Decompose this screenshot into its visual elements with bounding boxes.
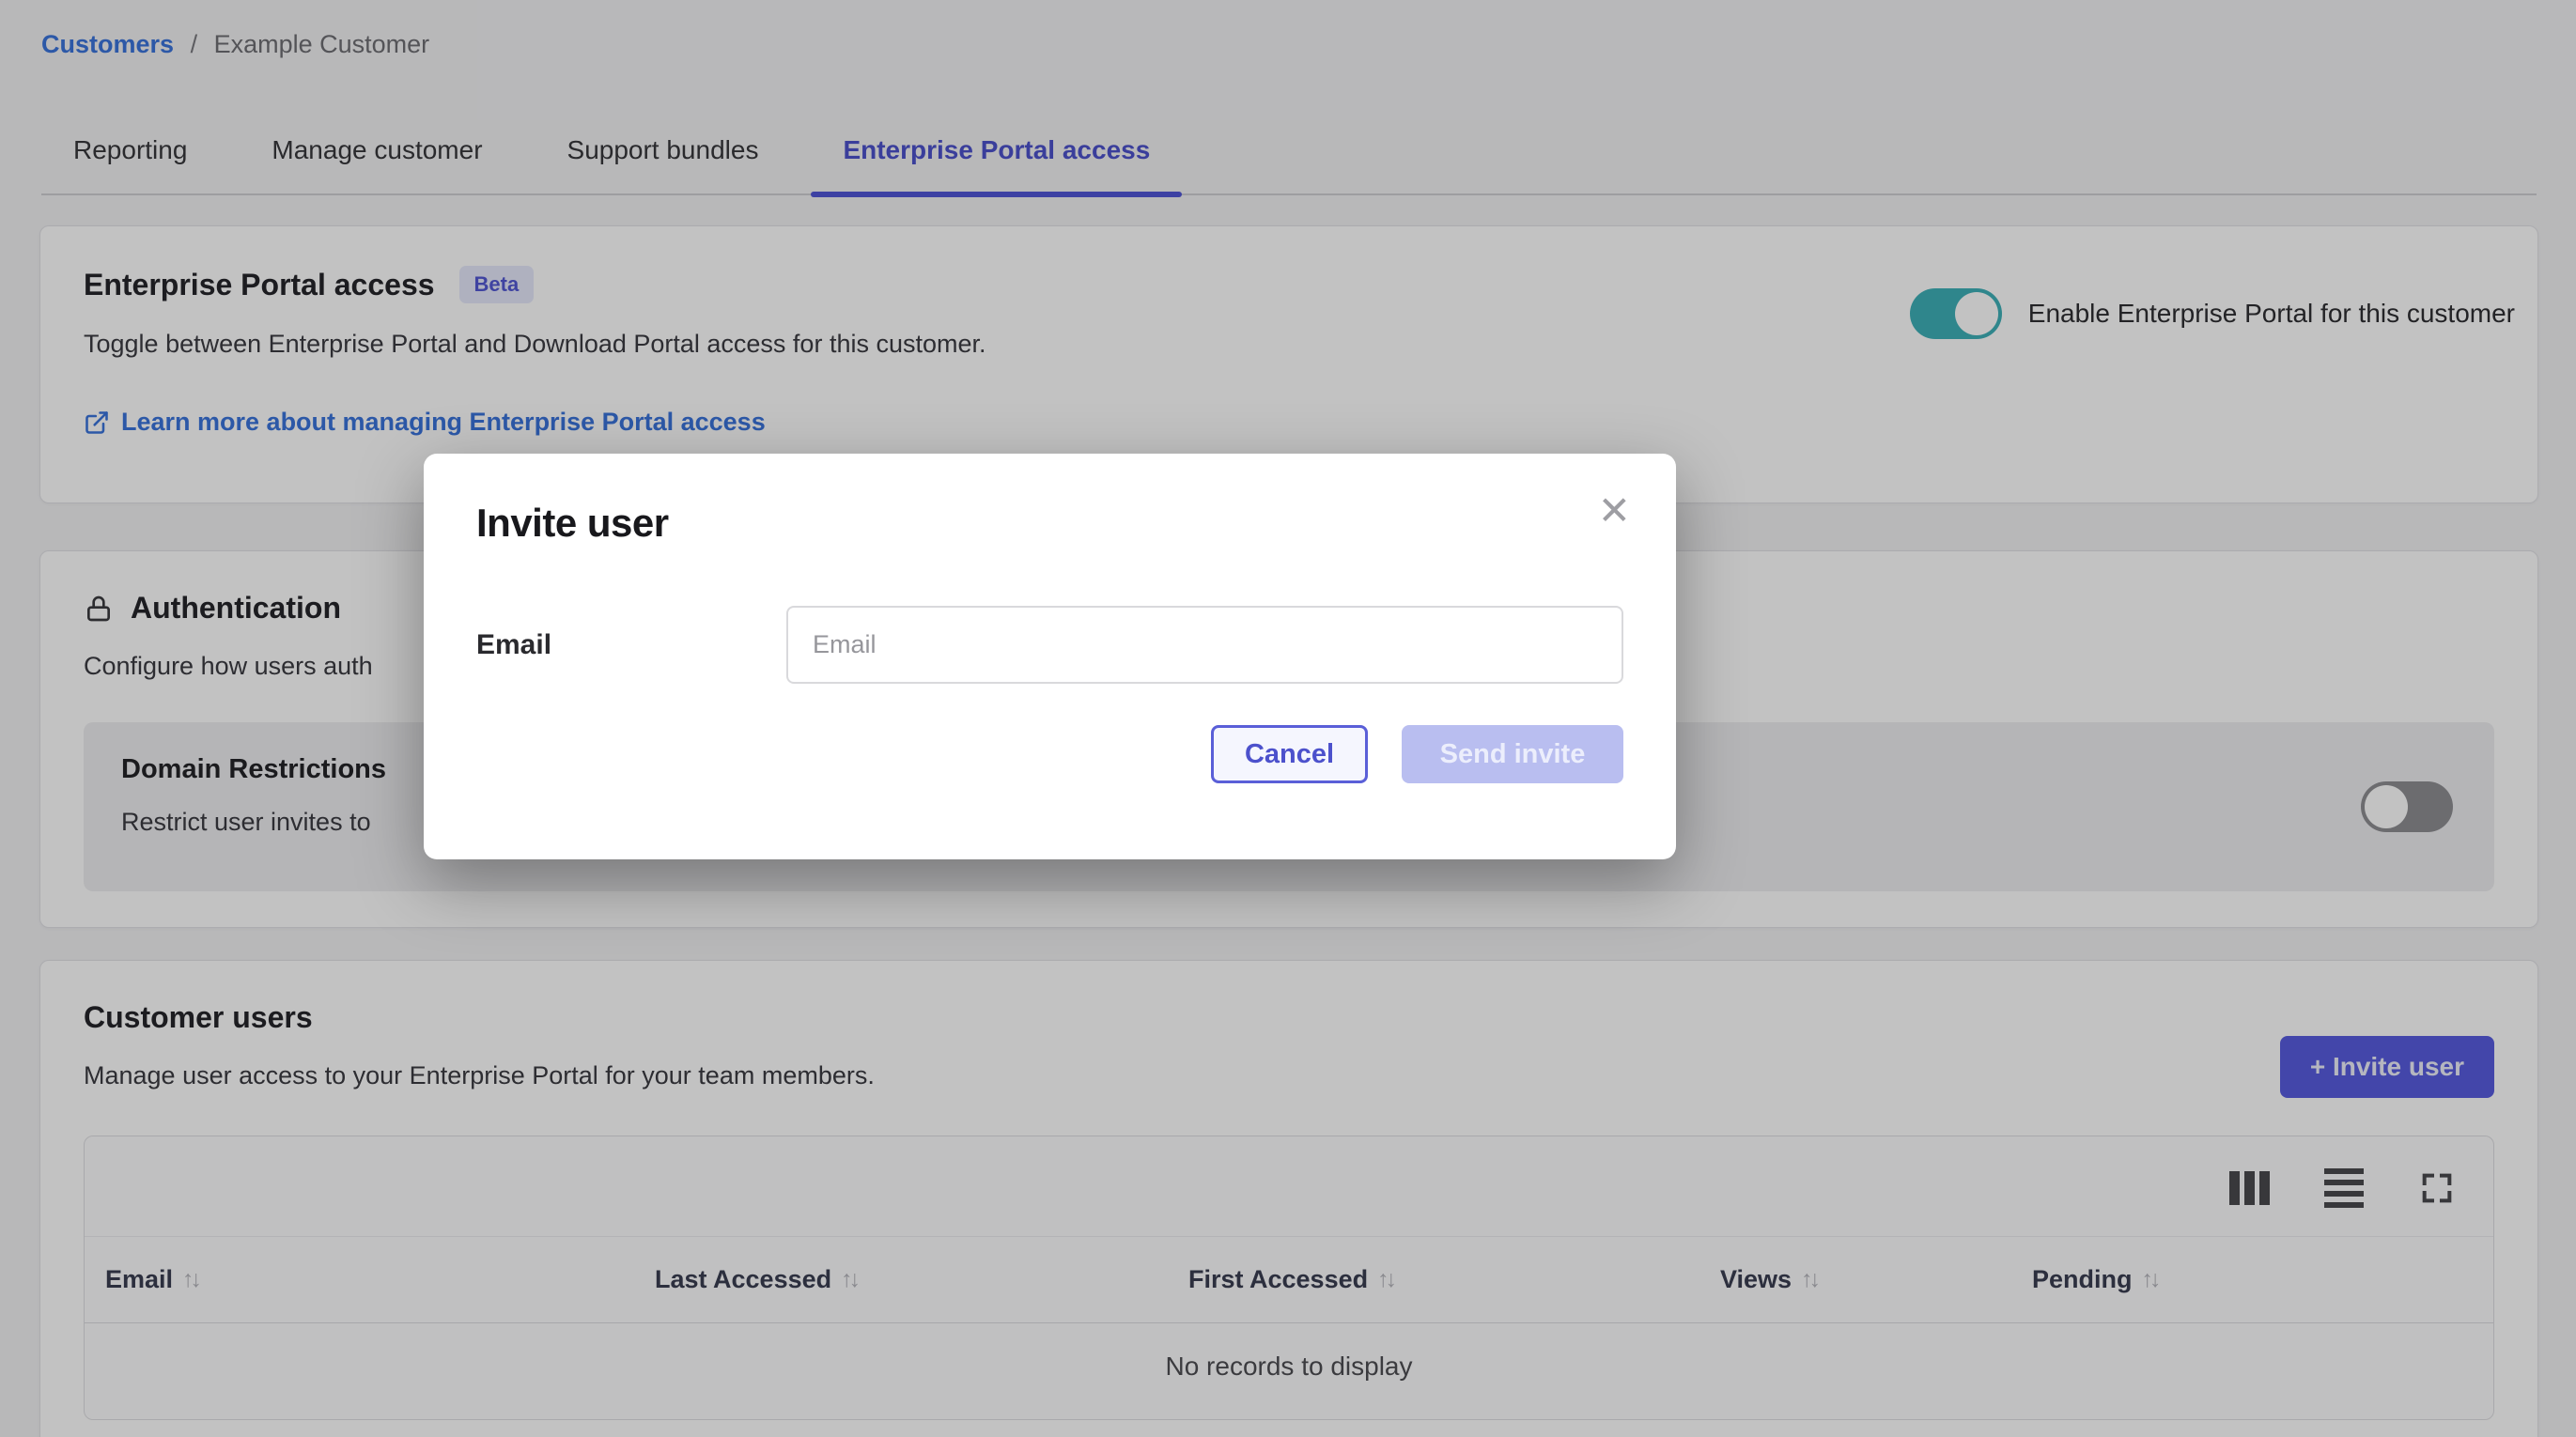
cancel-button[interactable]: Cancel [1211, 725, 1368, 783]
send-invite-button[interactable]: Send invite [1402, 725, 1623, 783]
modal-title: Invite user [476, 501, 1623, 546]
close-icon[interactable]: ✕ [1598, 491, 1631, 531]
email-label: Email [476, 629, 786, 661]
invite-user-modal: Invite user ✕ Email Cancel Send invite [424, 454, 1676, 859]
email-field[interactable] [786, 606, 1623, 684]
